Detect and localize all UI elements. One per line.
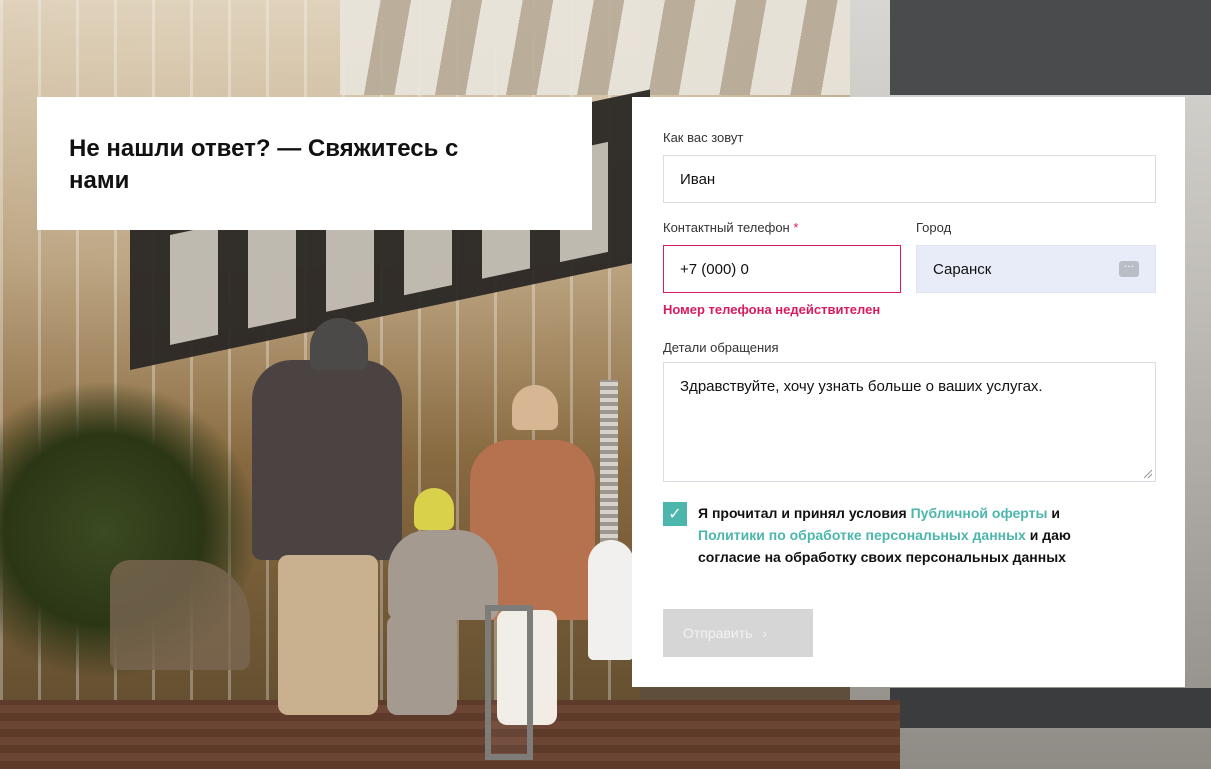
name-input-value: Иван [680,170,716,188]
phone-label: Контактный телефон * [663,220,798,235]
submit-button-label: Отправить [683,625,753,641]
background-person-father [252,360,402,560]
phone-input-value: +7 (000) 0 [680,260,749,278]
consent-text-before: Я прочитал и принял условия [698,505,911,521]
consent-checkbox[interactable]: ✓ [663,502,687,526]
background-roof-beams [340,0,860,95]
city-select-value: Саранск [933,260,992,278]
dots-icon: ··· [1119,261,1139,277]
contact-form: Как вас зовут Иван Контактный телефон * … [632,97,1185,687]
resize-handle-icon[interactable] [1144,470,1152,478]
background-lantern [485,605,533,760]
details-textarea[interactable]: Здравствуйте, хочу узнать больше о ваших… [663,362,1156,482]
background-heater [600,380,618,550]
chevron-right-icon: › [762,625,768,641]
city-select[interactable]: Саранск ··· [916,245,1156,293]
name-label: Как вас зовут [663,130,744,145]
privacy-policy-link[interactable]: Политики по обработке персональных данны… [698,527,1026,543]
city-label: Город [916,220,952,235]
phone-input[interactable]: +7 (000) 0 [663,245,901,293]
consent-text-mid: и [1047,505,1060,521]
background-person-father-legs [278,555,378,715]
public-offer-link[interactable]: Публичной оферты [911,505,1048,521]
background-person-child [388,530,498,620]
name-input[interactable]: Иван [663,155,1156,203]
background-window-lower [890,688,1211,728]
details-label: Детали обращения [663,340,779,355]
title-card: Не нашли ответ? — Свяжитесь с нами [37,97,592,230]
required-mark: * [793,220,799,235]
phone-label-text: Контактный телефон [663,220,790,235]
background-window [890,0,1211,95]
background-person-mother-head [512,385,558,430]
background-person-child-girl [588,540,634,660]
consent-text: Я прочитал и принял условия Публичной оф… [698,502,1118,568]
phone-error-text: Номер телефона недействителен [663,302,881,317]
background-person-child-legs [387,615,457,715]
background-chair [110,560,250,670]
details-textarea-value: Здравствуйте, хочу узнать больше о ваших… [680,378,1043,395]
submit-button[interactable]: Отправить › [663,609,813,657]
background-person-father-head [310,318,368,370]
page-title: Не нашли ответ? — Свяжитесь с нами [69,135,459,194]
background-person-child-head [414,488,454,530]
